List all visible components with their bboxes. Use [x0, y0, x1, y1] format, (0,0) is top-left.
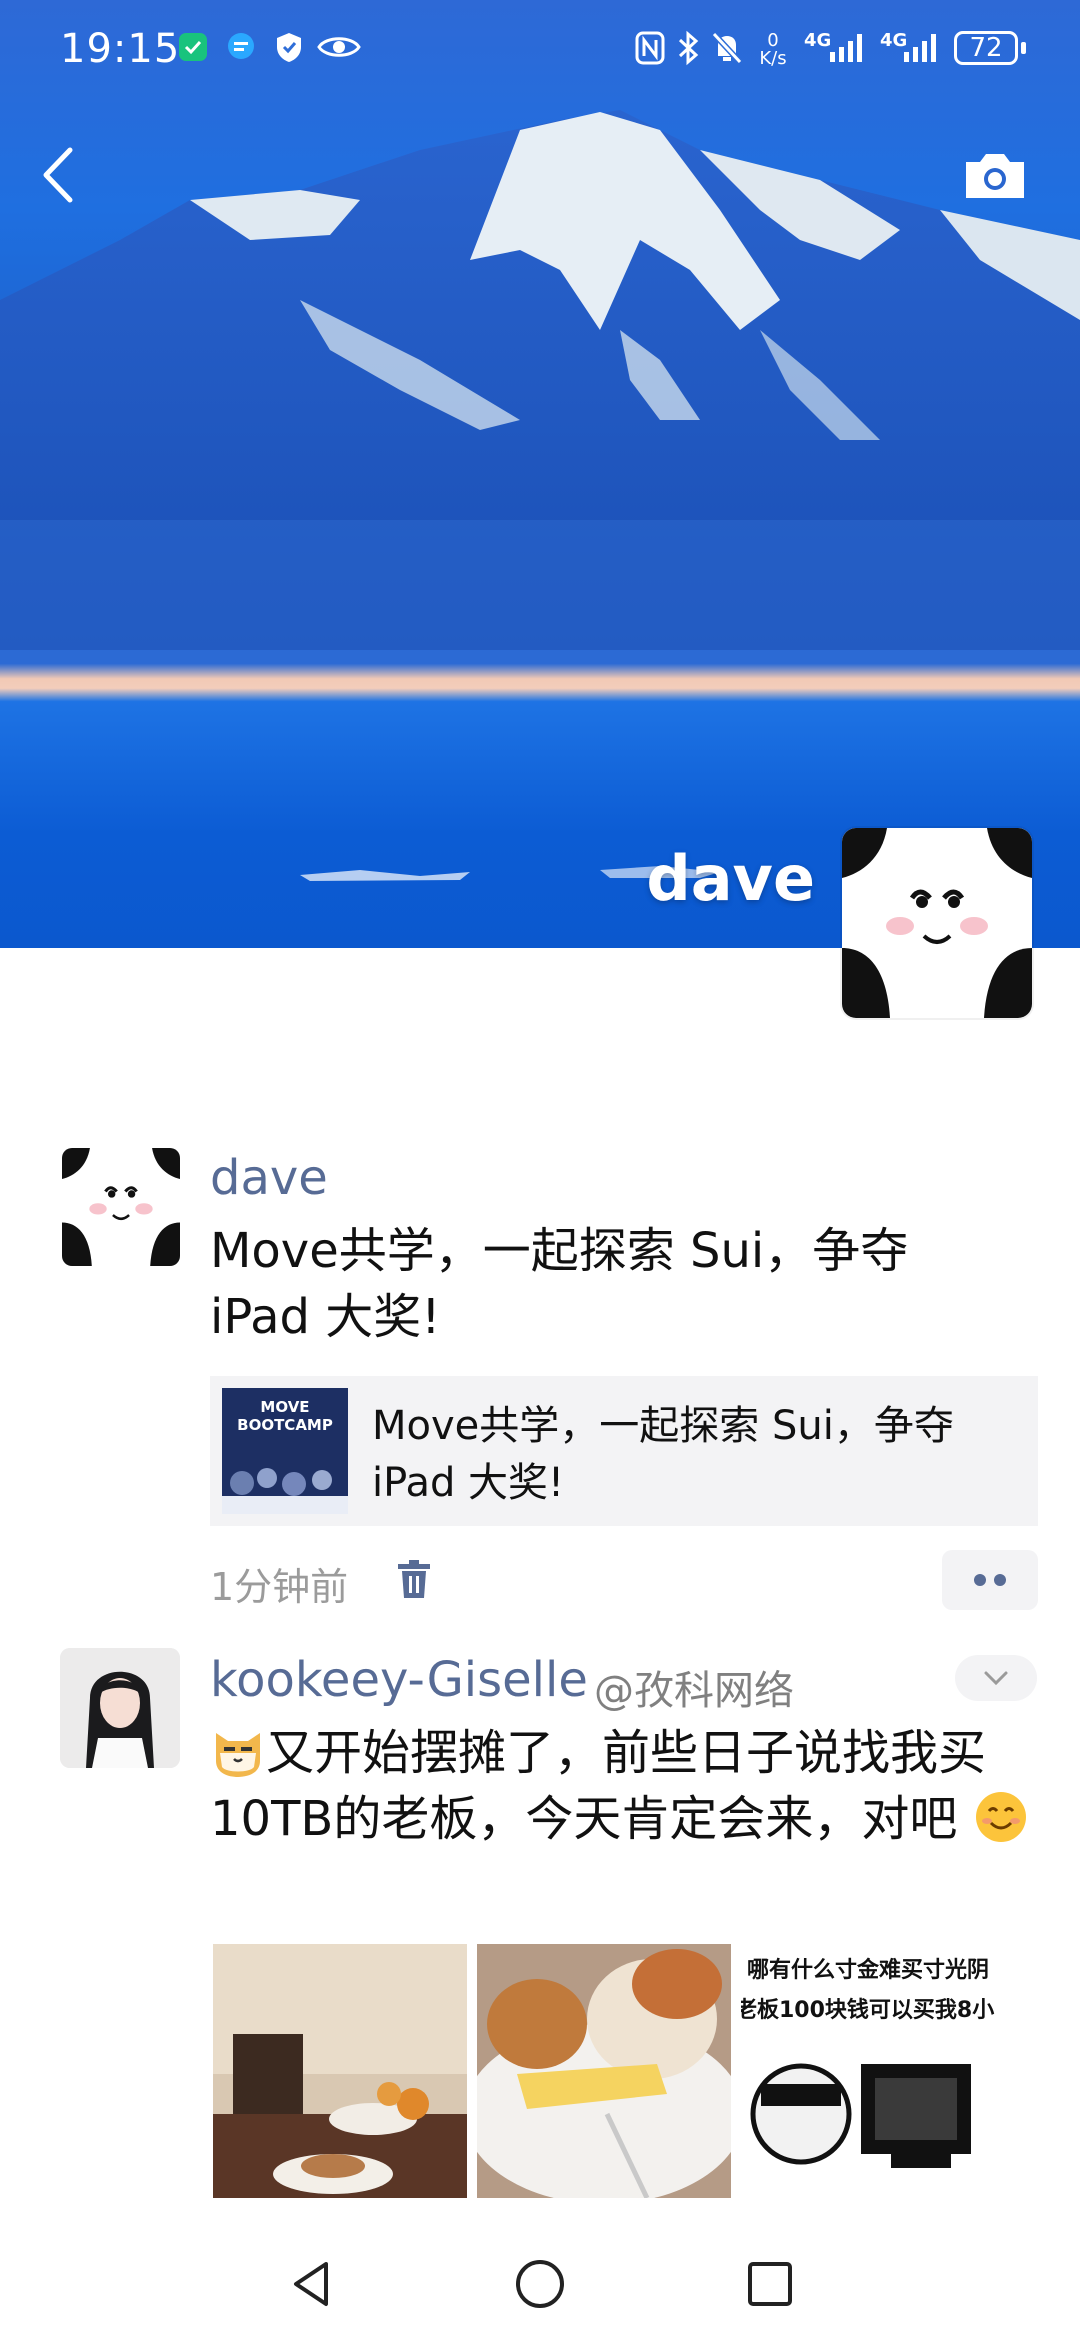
smile-emoji [973, 1789, 1029, 1845]
nav-back-button[interactable] [282, 2254, 342, 2314]
nfc-icon [635, 31, 665, 65]
mountain-landscape-image [0, 110, 1080, 881]
battery-tip [1021, 42, 1026, 54]
post-image-3[interactable]: 哪有什么寸金难买寸光阴 老板100块钱可以买我8小时 [741, 1944, 995, 2198]
post-action-button[interactable] [942, 1550, 1038, 1610]
post-text: Move共学，一起探索 Sui，争夺iPad 大奖! [210, 1223, 909, 1345]
signal-icon-1 [830, 34, 862, 62]
post-author-avatar[interactable] [60, 1648, 180, 1768]
network-speed: 0 K/s [759, 30, 787, 69]
shield-icon [277, 33, 301, 62]
eye-icon [317, 37, 361, 57]
battery-indicator: 72 [954, 31, 1018, 65]
camera-icon [966, 154, 1024, 198]
post-time: 1分钟前 [210, 1565, 349, 1609]
link-title: Move共学，一起探索 Sui，争夺iPad 大奖! [372, 1403, 954, 1506]
trash-icon [398, 1560, 430, 1598]
cat-face-emoji [210, 1727, 266, 1779]
bluetooth-icon [678, 30, 699, 66]
link-thumbnail: MOVE BOOTCAMP [222, 1388, 348, 1514]
post-image-1[interactable] [213, 1944, 467, 2198]
mute-bell-icon [711, 31, 743, 65]
panda-avatar-image [842, 828, 1032, 1018]
post-author-avatar[interactable] [62, 1148, 180, 1266]
meme-caption-line-1: 哪有什么寸金难买寸光阴 [747, 1958, 990, 1983]
delete-button[interactable] [394, 1558, 434, 1602]
nav-home-button[interactable] [510, 2254, 570, 2314]
chevron-left-icon [43, 147, 73, 203]
chevron-down-icon [984, 1671, 1008, 1686]
thumbnail-label: MOVE BOOTCAMP [237, 1398, 333, 1434]
status-bar: 19:15 0 K/s 4G 4G 72 [0, 0, 1080, 100]
back-button[interactable] [34, 140, 84, 210]
girl-avatar-image [60, 1648, 180, 1768]
message-notification-icon [228, 33, 254, 59]
square-recents-icon [748, 2262, 792, 2306]
post-author-name[interactable]: kookeey-Giselle [210, 1652, 588, 1708]
more-dots-icon [974, 1574, 1006, 1586]
profile-avatar[interactable] [842, 828, 1032, 1018]
profile-name[interactable]: dave [646, 842, 815, 915]
shared-link-card[interactable]: MOVE BOOTCAMP Move共学，一起探索 Sui，争夺iPad 大奖! [210, 1376, 1038, 1526]
post-author-company: @孜科网络 [594, 1668, 794, 1714]
panda-avatar-image [62, 1148, 180, 1266]
table-coffee-photo [213, 1944, 467, 2198]
circle-home-icon [516, 2260, 564, 2308]
collapse-button[interactable] [955, 1655, 1037, 1701]
clock: 19:15 [60, 26, 181, 72]
bread-plate-photo [477, 1944, 731, 2198]
signal-icon-2 [904, 34, 936, 62]
system-navigation-bar [0, 2232, 1080, 2340]
triangle-back-icon [294, 2262, 328, 2306]
app-notification-icon [179, 33, 207, 61]
cover-photo[interactable] [0, 0, 1080, 948]
nav-recents-button[interactable] [740, 2254, 800, 2314]
camera-button[interactable] [960, 140, 1030, 210]
post-image-2[interactable] [477, 1944, 731, 2198]
meme-caption-line-2: 老板100块钱可以买我8小时 [741, 1998, 995, 2023]
post-author-name[interactable]: dave [210, 1150, 328, 1206]
post-text: 又开始摆摊了，前些日子说找我买10TB的老板，今天肯定会来，对吧 [210, 1720, 1040, 1852]
